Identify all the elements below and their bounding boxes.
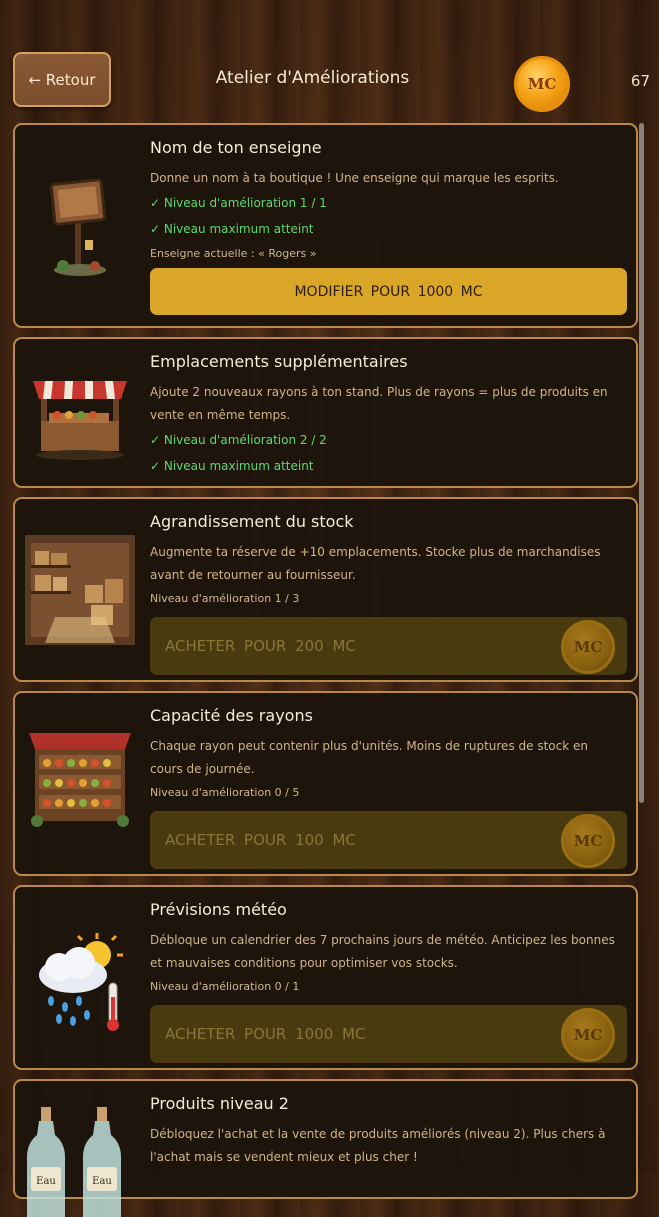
weather-icon bbox=[39, 933, 123, 1031]
buy-button-label: ACHETER POUR 1000 MC bbox=[165, 1025, 366, 1043]
upgrade-card-sign: Nom de ton enseigne Donne un nom à ta bo… bbox=[13, 123, 638, 328]
upgrade-description: Augmente ta réserve de +10 emplacements.… bbox=[150, 545, 601, 582]
max-level-status: ✓ Niveau maximum atteint bbox=[150, 459, 314, 473]
max-level-status: ✓ Niveau maximum atteint bbox=[150, 222, 314, 236]
buy-stock-button[interactable]: ACHETER POUR 200 MC MC bbox=[150, 617, 627, 675]
upgrade-description: Débloquez l'achat et la vente de produit… bbox=[150, 1127, 606, 1164]
upgrade-card-stock: Agrandissement du stock Augmente ta rése… bbox=[13, 497, 638, 682]
upgrade-description: Donne un nom à ta boutique ! Une enseign… bbox=[150, 171, 559, 185]
signboard-icon bbox=[49, 178, 107, 276]
upgrade-title: Prévisions météo bbox=[150, 900, 287, 919]
upgrade-title: Emplacements supplémentaires bbox=[150, 352, 408, 371]
buy-button-label: ACHETER POUR 200 MC bbox=[165, 637, 356, 655]
scrollbar[interactable] bbox=[639, 123, 644, 803]
upgrade-title: Agrandissement du stock bbox=[150, 512, 354, 531]
upgrade-level: Niveau d'amélioration 0 / 1 bbox=[150, 980, 300, 993]
upgrade-list: Nom de ton enseigne Donne un nom à ta bo… bbox=[13, 123, 638, 1217]
upgrade-title: Produits niveau 2 bbox=[150, 1094, 289, 1113]
coin-balance: 67 bbox=[630, 72, 650, 90]
produce-shelf-icon bbox=[29, 733, 131, 827]
upgrade-description: Ajoute 2 nouveaux rayons à ton stand. Pl… bbox=[150, 385, 608, 422]
upgrade-card-slots: Emplacements supplémentaires Ajoute 2 no… bbox=[13, 337, 638, 488]
current-sign: Enseigne actuelle : « Rogers » bbox=[150, 247, 317, 260]
upgrade-level: ✓ Niveau d'amélioration 1 / 1 bbox=[150, 196, 327, 210]
upgrade-level: ✓ Niveau d'amélioration 2 / 2 bbox=[150, 433, 327, 447]
buy-weather-button[interactable]: ACHETER POUR 1000 MC MC bbox=[150, 1005, 627, 1063]
water-bottles-icon: Eau Eau bbox=[27, 1107, 121, 1217]
bottle-label: Eau bbox=[36, 1176, 56, 1187]
page-title: Atelier d'Améliorations bbox=[215, 68, 410, 88]
top-bar: ← Retour Atelier d'Améliorations MC 67 bbox=[0, 0, 659, 120]
modify-sign-button[interactable]: MODIFIER POUR 1000 MC bbox=[150, 268, 627, 315]
upgrade-level: Niveau d'amélioration 0 / 5 bbox=[150, 786, 300, 799]
upgrade-title: Nom de ton enseigne bbox=[150, 138, 322, 157]
storage-room-icon bbox=[25, 535, 135, 645]
upgrade-description: Chaque rayon peut contenir plus d'unités… bbox=[150, 739, 588, 776]
upgrade-card-shelves: Capacité des rayons Chaque rayon peut co… bbox=[13, 691, 638, 876]
upgrade-level: Niveau d'amélioration 1 / 3 bbox=[150, 592, 300, 605]
upgrade-description: Débloque un calendrier des 7 prochains j… bbox=[150, 933, 615, 970]
upgrade-card-products-2: Eau Eau Produits niveau 2 Débloquez l'ac… bbox=[13, 1079, 638, 1217]
coin-icon: MC bbox=[561, 620, 615, 674]
coin-icon: MC bbox=[514, 56, 570, 112]
coin-icon: MC bbox=[561, 814, 615, 868]
market-stall-icon bbox=[33, 381, 127, 460]
buy-button-label: ACHETER POUR 100 MC bbox=[165, 831, 356, 849]
back-button[interactable]: ← Retour bbox=[13, 52, 111, 107]
bottle-label: Eau bbox=[92, 1176, 112, 1187]
coin-icon: MC bbox=[561, 1008, 615, 1062]
buy-shelves-button[interactable]: ACHETER POUR 100 MC MC bbox=[150, 811, 627, 869]
upgrade-card-weather: Prévisions météo Débloque un calendrier … bbox=[13, 885, 638, 1070]
upgrade-title: Capacité des rayons bbox=[150, 706, 313, 725]
